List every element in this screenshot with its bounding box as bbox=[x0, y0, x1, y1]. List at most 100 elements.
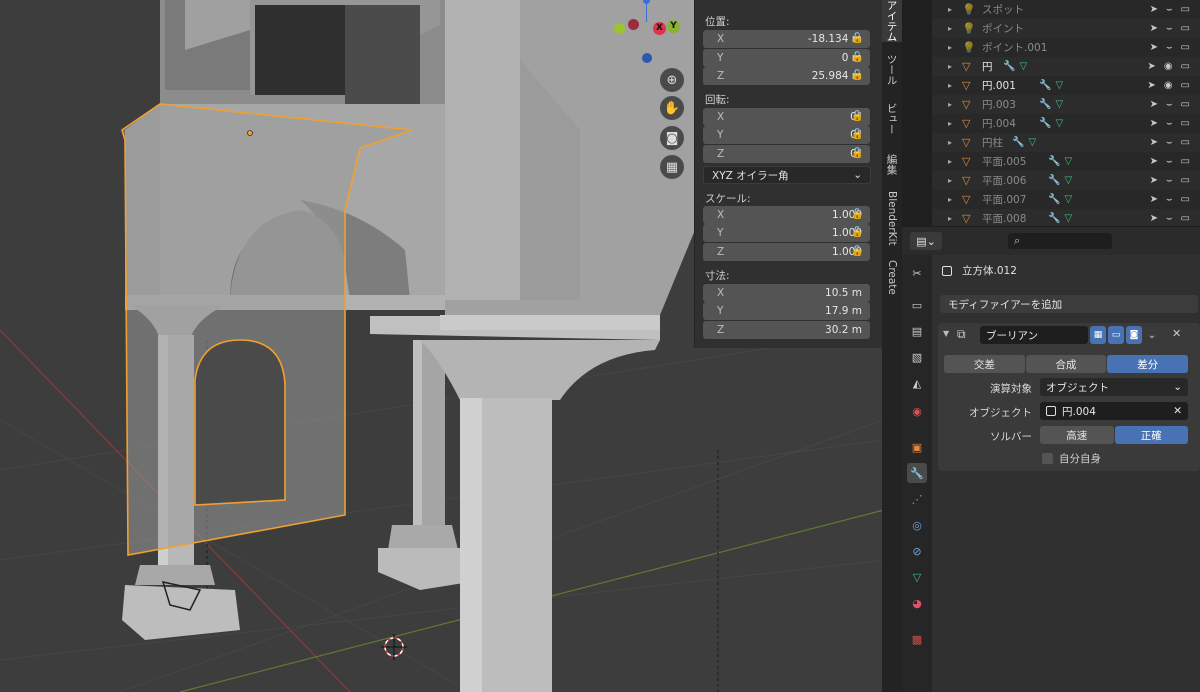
location-z-field[interactable]: Z 25.984 m bbox=[703, 67, 870, 85]
mesh-data-icon[interactable]: ▽ bbox=[1028, 137, 1036, 148]
particles-icon[interactable]: ⋰ bbox=[907, 489, 927, 509]
scale-x-field[interactable]: X 1.000 bbox=[703, 206, 870, 224]
mesh-data-icon[interactable]: ▽ bbox=[1019, 61, 1027, 72]
selectable-arrow-icon[interactable]: ➤ bbox=[1150, 175, 1158, 186]
object-field[interactable]: 円.004 ✕ bbox=[1040, 402, 1188, 420]
viewport-display-icon[interactable]: ▭ bbox=[1108, 326, 1124, 344]
location-y-field[interactable]: Y0 m bbox=[703, 49, 870, 67]
rotation-y-field[interactable]: Y 0° bbox=[703, 126, 870, 144]
mesh-data-icon[interactable]: ▽ bbox=[1064, 194, 1072, 205]
monitor-icon[interactable]: ▭ bbox=[1181, 61, 1190, 72]
modifier-wrench-icon[interactable]: 🔧 bbox=[1048, 213, 1060, 224]
lock-icon[interactable]: 🔓 bbox=[851, 52, 865, 64]
monitor-icon[interactable]: ▭ bbox=[1181, 213, 1190, 224]
gizmo-neg-x-dot[interactable] bbox=[628, 19, 639, 30]
object-icon[interactable]: ▣ bbox=[907, 437, 927, 457]
modifier-wrench-icon[interactable]: 🔧 bbox=[1039, 118, 1051, 129]
gizmo-neg-y-dot[interactable] bbox=[614, 23, 625, 34]
op-union-button[interactable]: 合成 bbox=[1025, 355, 1107, 373]
outliner-row[interactable]: ▸ 💡 ポイント ➤ ⌣ ▭ bbox=[932, 19, 1200, 38]
modifier-wrench-icon[interactable]: 🔧 bbox=[1012, 137, 1024, 148]
editor-type-button[interactable]: ▤⌄ bbox=[910, 232, 942, 250]
modifier-name-field[interactable]: ブーリアン bbox=[980, 326, 1088, 344]
3d-viewport[interactable]: X Y ⊕ ✋ ◙ ▦ 位置: X -18.134 m Y0 m Z 25.984 … bbox=[0, 0, 884, 692]
outliner-row[interactable]: ▸ ▽ 円.001 🔧 ▽ ➤ ◉ ▭ bbox=[932, 76, 1200, 95]
edit-mode-toggle-icon[interactable]: ▦ bbox=[1090, 326, 1106, 344]
mesh-data-icon[interactable]: ▽ bbox=[1055, 118, 1063, 129]
monitor-icon[interactable]: ▭ bbox=[1181, 99, 1190, 110]
add-modifier-button[interactable]: モディファイアーを追加 bbox=[940, 295, 1198, 313]
eye-closed-icon[interactable]: ⌣ bbox=[1166, 137, 1173, 148]
world-icon[interactable]: ◉ bbox=[907, 401, 927, 421]
gizmo-y-dot[interactable]: Y bbox=[667, 20, 680, 33]
selectable-arrow-icon[interactable]: ➤ bbox=[1150, 99, 1158, 110]
outliner-row[interactable]: ▸ 💡 ポイント.001 ➤ ⌣ ▭ bbox=[932, 38, 1200, 57]
gizmo-x-dot[interactable]: X bbox=[653, 22, 666, 35]
expand-arrow-icon[interactable]: ▸ bbox=[948, 176, 952, 185]
outliner-row[interactable]: ▸ ▽ 円.004 🔧 ▽ ➤ ⌣ ▭ bbox=[932, 114, 1200, 133]
mesh-data-icon[interactable]: ▽ bbox=[1064, 213, 1072, 224]
outliner-row[interactable]: ▸ ▽ 円柱 🔧 ▽ ➤ ⌣ ▭ bbox=[932, 133, 1200, 152]
monitor-icon[interactable]: ▭ bbox=[1181, 4, 1190, 15]
dimensions-z-field[interactable]: Z 30.2 m bbox=[703, 321, 870, 339]
clear-x-icon[interactable]: ✕ bbox=[1173, 405, 1182, 417]
dimensions-x-field[interactable]: X 10.5 m bbox=[703, 284, 870, 302]
lock-icon[interactable]: 🔓 bbox=[851, 33, 865, 45]
expand-arrow-icon[interactable]: ▸ bbox=[948, 5, 952, 14]
lock-icon[interactable]: 🔓 bbox=[851, 70, 865, 82]
scene-icon[interactable]: ◭ bbox=[907, 373, 927, 393]
render-icon[interactable]: ▭ bbox=[907, 295, 927, 315]
selectable-arrow-icon[interactable]: ➤ bbox=[1150, 137, 1158, 148]
eye-icon[interactable]: ◉ bbox=[1164, 61, 1173, 72]
collapse-triangle-icon[interactable]: ▼ bbox=[943, 329, 949, 338]
op-intersect-button[interactable]: 交差 bbox=[944, 355, 1025, 373]
outliner-row[interactable]: ▸ 💡 スポット ➤ ⌣ ▭ bbox=[932, 0, 1200, 19]
outliner-row[interactable]: ▸ ▽ 平面.005 🔧 ▽ ➤ ⌣ ▭ bbox=[932, 152, 1200, 171]
material-icon[interactable]: ◕ bbox=[907, 593, 927, 613]
chevron-down-icon[interactable]: ⌄ bbox=[1144, 326, 1160, 344]
tab-item[interactable]: アイテム bbox=[882, 0, 902, 42]
expand-arrow-icon[interactable]: ▸ bbox=[948, 157, 952, 166]
location-x-field[interactable]: X -18.134 m bbox=[703, 30, 870, 48]
outliner[interactable]: ▸ 💡 スポット ➤ ⌣ ▭ ▸ 💡 ポイント ➤ ⌣ ▭ ▸ 💡 ポイント.001 ➤ ⌣ ▭ ▸ ▽ 円 🔧 ▽ ➤ ◉ ▭ ▸… bbox=[932, 0, 1200, 228]
eye-closed-icon[interactable]: ⌣ bbox=[1166, 175, 1173, 186]
expand-arrow-icon[interactable]: ▸ bbox=[948, 81, 952, 90]
selectable-arrow-icon[interactable]: ➤ bbox=[1150, 23, 1158, 34]
monitor-icon[interactable]: ▭ bbox=[1181, 23, 1190, 34]
monitor-icon[interactable]: ▭ bbox=[1181, 137, 1190, 148]
lock-icon[interactable]: 🔓 bbox=[851, 111, 865, 123]
tab-create[interactable]: Create bbox=[882, 256, 902, 298]
selectable-arrow-icon[interactable]: ➤ bbox=[1150, 213, 1158, 224]
tab-tool[interactable]: ツール bbox=[882, 44, 902, 96]
scale-y-field[interactable]: Y 1.000 bbox=[703, 224, 870, 242]
lock-icon[interactable]: 🔓 bbox=[851, 227, 865, 239]
monitor-icon[interactable]: ▭ bbox=[1181, 194, 1190, 205]
monitor-icon[interactable]: ▭ bbox=[1181, 156, 1190, 167]
outliner-row[interactable]: ▸ ▽ 平面.007 🔧 ▽ ➤ ⌣ ▭ bbox=[932, 190, 1200, 209]
eye-closed-icon[interactable]: ⌣ bbox=[1166, 118, 1173, 129]
operand-dropdown[interactable]: オブジェクト ⌄ bbox=[1040, 378, 1188, 396]
tab-edit[interactable]: 編集 bbox=[882, 148, 902, 180]
scale-z-field[interactable]: Z 1.000 bbox=[703, 243, 870, 261]
lock-icon[interactable]: 🔓 bbox=[851, 246, 865, 258]
eye-closed-icon[interactable]: ⌣ bbox=[1166, 194, 1173, 205]
lock-icon[interactable]: 🔓 bbox=[851, 148, 865, 160]
expand-arrow-icon[interactable]: ▸ bbox=[948, 43, 952, 52]
close-icon[interactable]: ✕ bbox=[1172, 327, 1181, 340]
mesh-data-icon[interactable]: ▽ bbox=[1064, 156, 1072, 167]
texture-icon[interactable]: ▩ bbox=[907, 629, 927, 649]
render-camera-icon[interactable]: ◙ bbox=[1126, 326, 1142, 344]
op-difference-button[interactable]: 差分 bbox=[1107, 355, 1189, 373]
ortho-grid-icon[interactable]: ▦ bbox=[660, 155, 684, 179]
selectable-arrow-icon[interactable]: ➤ bbox=[1147, 80, 1155, 91]
monitor-icon[interactable]: ▭ bbox=[1181, 42, 1190, 53]
constraints-icon[interactable]: ⊘ bbox=[907, 541, 927, 561]
modifier-wrench-icon[interactable]: 🔧 bbox=[1048, 156, 1060, 167]
self-checkbox[interactable] bbox=[1042, 453, 1053, 464]
modifier-wrench-icon[interactable]: 🔧 bbox=[1003, 61, 1015, 72]
dimensions-y-field[interactable]: Y 17.9 m bbox=[703, 302, 870, 320]
selectable-arrow-icon[interactable]: ➤ bbox=[1150, 4, 1158, 15]
outliner-row[interactable]: ▸ ▽ 平面.006 🔧 ▽ ➤ ⌣ ▭ bbox=[932, 171, 1200, 190]
camera-icon[interactable]: ◙ bbox=[660, 126, 684, 150]
expand-arrow-icon[interactable]: ▸ bbox=[948, 195, 952, 204]
